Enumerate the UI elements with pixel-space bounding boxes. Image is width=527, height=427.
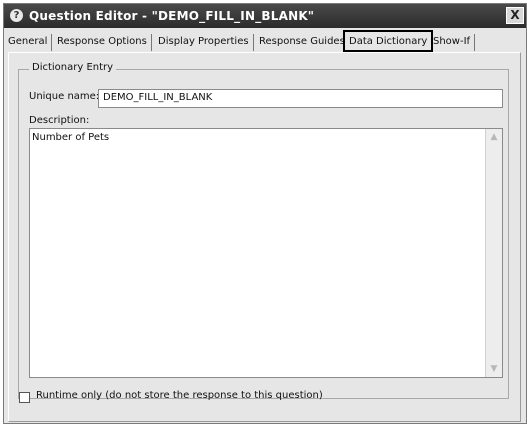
dictionary-entry-group: Dictionary Entry Unique name: DEMO_FILL_… xyxy=(18,62,509,399)
tab-response-guides[interactable]: Response Guides xyxy=(259,34,350,51)
tab-display-properties[interactable]: Display Properties xyxy=(158,34,254,51)
description-field[interactable]: Number of Pets ▲ ▼ xyxy=(29,128,503,378)
tab-show-if[interactable]: Show-If xyxy=(433,34,476,51)
dictionary-entry-legend: Dictionary Entry xyxy=(29,62,117,73)
scroll-down-icon[interactable]: ▼ xyxy=(486,361,502,377)
help-icon: ? xyxy=(10,9,23,22)
window-title: Question Editor - "DEMO_FILL_IN_BLANK" xyxy=(29,9,315,23)
question-editor-window: ? Question Editor - "DEMO_FILL_IN_BLANK"… xyxy=(3,3,527,424)
description-text: Number of Pets xyxy=(32,132,110,143)
tab-data-dictionary[interactable]: Data Dictionary xyxy=(343,30,434,52)
description-scrollbar[interactable]: ▲ ▼ xyxy=(485,129,502,377)
tab-general[interactable]: General xyxy=(8,34,53,51)
runtime-only-label[interactable]: Runtime only (do not store the response … xyxy=(36,390,323,401)
tab-strip: General Response Options Display Propert… xyxy=(8,30,522,52)
scroll-up-icon[interactable]: ▲ xyxy=(486,129,502,145)
description-label: Description: xyxy=(29,115,90,126)
unique-name-label: Unique name: xyxy=(29,91,100,102)
data-dictionary-panel: Dictionary Entry Unique name: DEMO_FILL_… xyxy=(8,52,521,422)
runtime-only-checkbox[interactable] xyxy=(19,392,30,403)
tab-response-options[interactable]: Response Options xyxy=(57,34,152,51)
close-button[interactable]: X xyxy=(506,7,524,24)
title-bar[interactable]: ? Question Editor - "DEMO_FILL_IN_BLANK"… xyxy=(4,4,526,28)
unique-name-field[interactable]: DEMO_FILL_IN_BLANK xyxy=(98,89,503,108)
